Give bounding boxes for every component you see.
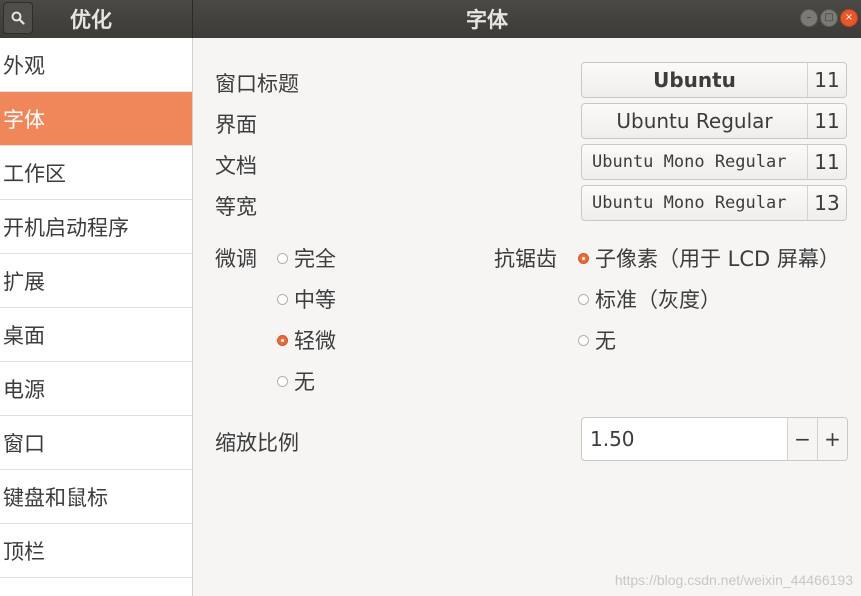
sidebar-item-keyboard-mouse[interactable]: 键盘和鼠标 [0,470,192,524]
window-controls: – □ × [800,9,858,27]
antialiasing-label: 抗锯齿 [494,247,557,271]
scaling-input[interactable]: 1.50 [582,418,787,460]
font-name: Ubuntu Mono Regular [592,193,787,213]
antialiasing-option-standard[interactable]: 标准（灰度） [578,284,721,314]
close-icon: × [844,12,854,23]
scaling-label: 缩放比例 [215,431,299,455]
antialiasing-option-none[interactable]: 无 [578,325,616,355]
option-label: 标准（灰度） [595,288,721,312]
antialiasing-option-subpixel[interactable]: 子像素（用于 LCD 屏幕） [578,243,840,273]
radio-icon [277,252,288,264]
document-font-label: 文档 [215,154,257,178]
option-label: 中等 [294,288,336,312]
minimize-icon: – [806,12,812,23]
plus-icon: + [824,427,841,451]
font-size: 11 [807,104,846,138]
watermark: https://blog.csdn.net/weixin_44466193 [614,572,853,588]
sidebar-item-power[interactable]: 电源 [0,362,192,416]
font-size: 13 [807,186,846,220]
radio-icon [277,293,288,305]
hinting-option-slight[interactable]: 轻微 [277,325,336,355]
font-size: 11 [807,145,846,179]
radio-checked-icon [277,334,288,346]
interface-font-label: 界面 [215,113,257,137]
radio-icon [578,293,589,305]
option-label: 子像素（用于 LCD 屏幕） [595,247,840,271]
radio-icon [578,334,589,346]
increment-button[interactable]: + [817,418,847,460]
hinting-label: 微调 [215,247,257,271]
font-size: 11 [807,63,846,97]
minus-icon: − [794,427,811,451]
header-bar: 优化 字体 – □ × [0,0,861,38]
sidebar-item-desktop[interactable]: 桌面 [0,308,192,362]
radio-checked-icon [578,252,589,264]
maximize-icon: □ [824,12,834,23]
monospace-font-button[interactable]: Ubuntu Mono Regular 13 [581,185,847,221]
sidebar-item-workspaces[interactable]: 工作区 [0,146,192,200]
app-title: 优化 [70,8,112,32]
sidebar-item-appearance[interactable]: 外观 [0,38,192,92]
page-title: 字体 [466,8,508,32]
sidebar-item-extensions[interactable]: 扩展 [0,254,192,308]
scaling-spinbutton: 1.50 − + [581,417,848,461]
search-button[interactable] [3,2,33,34]
search-icon [11,11,25,25]
sidebar-item-fonts[interactable]: 字体 [0,92,192,146]
option-label: 无 [294,370,315,394]
interface-font-button[interactable]: Ubuntu Regular 11 [581,103,847,139]
option-label: 轻微 [294,329,336,353]
decrement-button[interactable]: − [787,418,817,460]
hinting-option-none[interactable]: 无 [277,366,315,396]
sidebar-item-startup-applications[interactable]: 开机启动程序 [0,200,192,254]
maximize-button[interactable]: □ [820,9,838,27]
sidebar: 外观 字体 工作区 开机启动程序 扩展 桌面 电源 窗口 键盘和鼠标 顶栏 [0,38,193,596]
sidebar-item-top-bar[interactable]: 顶栏 [0,524,192,578]
close-button[interactable]: × [840,9,858,27]
font-name: Ubuntu Regular [616,109,773,133]
monospace-font-label: 等宽 [215,195,257,219]
radio-icon [277,375,288,387]
window-title-font-label: 窗口标题 [215,72,299,96]
font-name: Ubuntu [653,68,736,92]
option-label: 完全 [294,247,336,271]
hinting-option-full[interactable]: 完全 [277,243,336,273]
main-panel: 窗口标题 Ubuntu 11 界面 Ubuntu Regular 11 文档 U… [193,38,861,596]
option-label: 无 [595,329,616,353]
minimize-button[interactable]: – [800,9,818,27]
window-title-font-button[interactable]: Ubuntu 11 [581,62,847,98]
hinting-option-medium[interactable]: 中等 [277,284,336,314]
font-name: Ubuntu Mono Regular [592,152,787,172]
document-font-button[interactable]: Ubuntu Mono Regular 11 [581,144,847,180]
sidebar-item-windows[interactable]: 窗口 [0,416,192,470]
